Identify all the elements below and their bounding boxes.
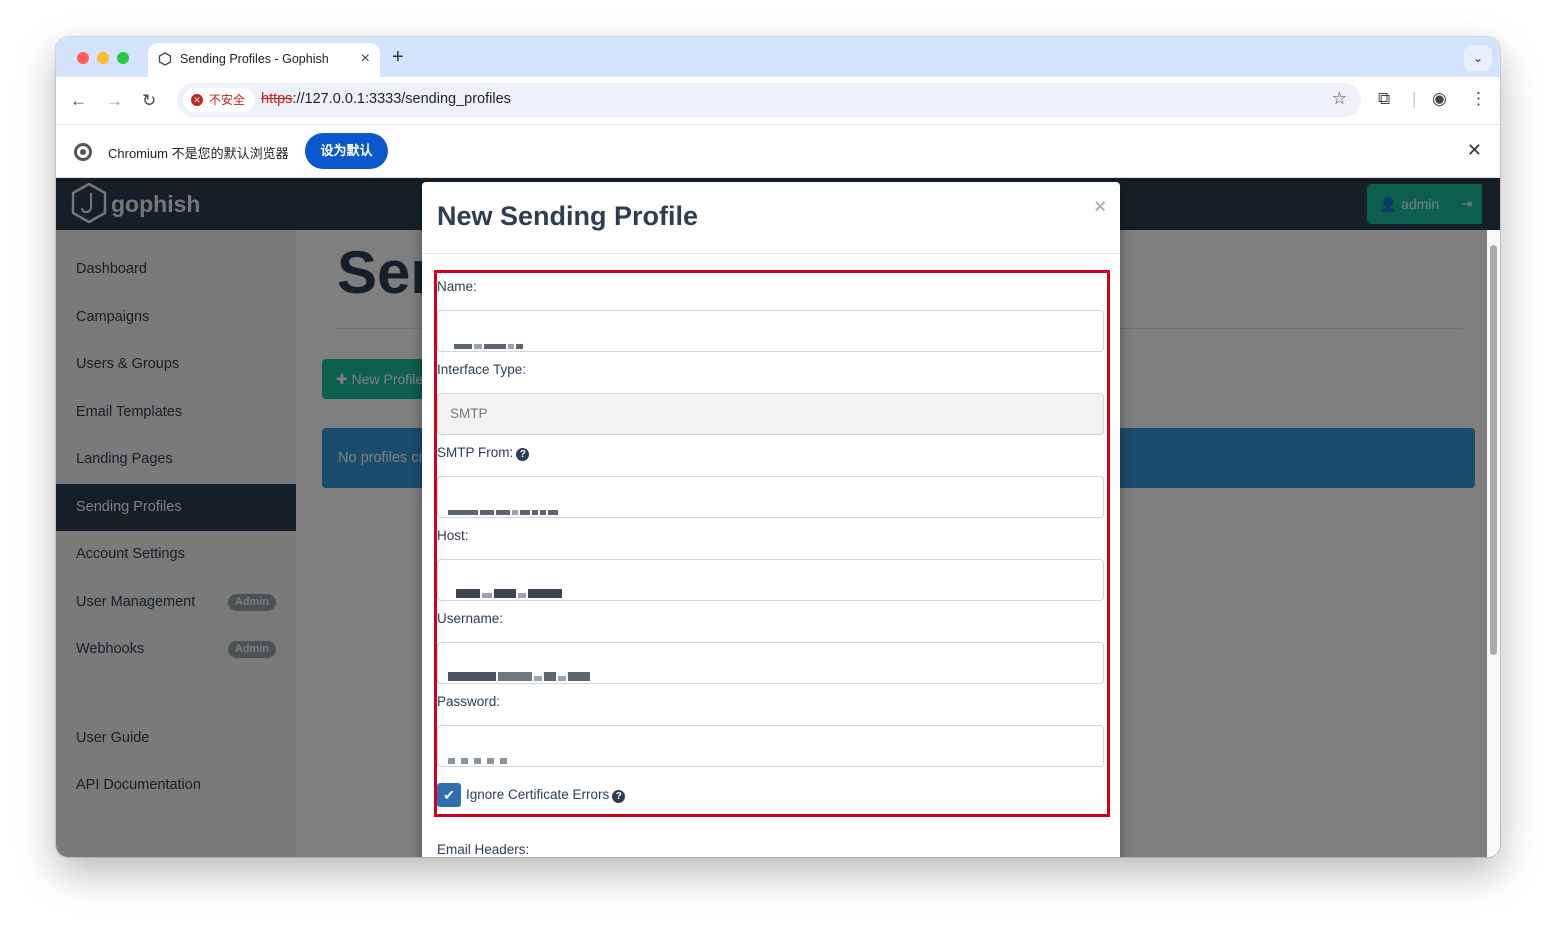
page-scrollbar[interactable] (1487, 230, 1500, 857)
profile-icon[interactable]: ◉ (1432, 89, 1447, 109)
browser-window: Sending Profiles - Gophish × + ⌄ ← → ↻ ✕… (56, 37, 1500, 857)
url-path: ://127.0.0.1:3333/sending_profiles (292, 91, 511, 107)
smtp-from-text: SMTP From: (437, 445, 514, 460)
gophish-favicon-icon (158, 52, 172, 66)
checkmark-icon: ✔ (443, 787, 455, 803)
tab-search-button[interactable]: ⌄ (1464, 45, 1492, 71)
url-text[interactable]: https://127.0.0.1:3333/sending_profiles (261, 91, 511, 107)
ignore-cert-label[interactable]: Ignore Certificate Errors? (466, 787, 626, 803)
tab-close-icon[interactable]: × (361, 50, 370, 68)
tab-sending-profiles[interactable]: Sending Profiles - Gophish × (148, 43, 380, 77)
toolbar-divider: | (1412, 89, 1417, 108)
interface-type-field[interactable]: SMTP (437, 393, 1104, 435)
redacted-value (448, 656, 592, 681)
interface-type-label: Interface Type: (437, 362, 527, 377)
host-label: Host: (437, 528, 469, 543)
security-indicator[interactable]: ✕ 不安全 (183, 88, 256, 112)
warning-icon: ✕ (191, 94, 203, 106)
name-field[interactable] (437, 310, 1104, 352)
smtp-from-label: SMTP From:? (437, 445, 530, 461)
scrollbar-thumb[interactable] (1490, 245, 1497, 655)
smtp-from-field[interactable] (437, 476, 1104, 518)
new-tab-button[interactable]: + (392, 46, 404, 69)
close-window-button[interactable] (77, 52, 89, 64)
ignore-cert-text: Ignore Certificate Errors (466, 787, 610, 802)
gophish-page: gophish 👤 admin ⇥ Dashboard Campaigns Us… (56, 178, 1500, 857)
help-icon[interactable]: ? (516, 448, 530, 461)
address-bar[interactable]: ✕ 不安全 https://127.0.0.1:3333/sending_pro… (177, 83, 1361, 117)
back-arrow-icon[interactable]: ← (70, 91, 87, 111)
redacted-value (454, 324, 525, 349)
name-label: Name: (437, 279, 477, 294)
username-field[interactable] (437, 642, 1104, 684)
password-field[interactable] (437, 725, 1104, 767)
new-sending-profile-modal: New Sending Profile × Name: Interface Ty… (422, 182, 1120, 857)
security-label: 不安全 (209, 93, 246, 107)
host-field[interactable] (437, 559, 1104, 601)
forward-arrow-icon[interactable]: → (106, 91, 123, 111)
infobar-close-icon[interactable]: ✕ (1467, 140, 1482, 161)
minimize-window-button[interactable] (97, 52, 109, 64)
tab-strip: Sending Profiles - Gophish × + ⌄ (56, 37, 1500, 77)
email-headers-label: Email Headers: (437, 842, 530, 857)
extensions-icon[interactable]: ⧉ (1378, 89, 1390, 109)
infobar-message: Chromium 不是您的默认浏览器 (108, 146, 289, 161)
tab-title: Sending Profiles - Gophish (180, 52, 329, 66)
password-label: Password: (437, 694, 501, 709)
username-label: Username: (437, 611, 504, 626)
reload-icon[interactable]: ↻ (142, 91, 156, 111)
url-scheme: https (261, 91, 293, 107)
redacted-value (448, 490, 560, 515)
modal-title: New Sending Profile (437, 201, 699, 231)
browser-toolbar: ← → ↻ ✕ 不安全 https://127.0.0.1:3333/sendi… (56, 77, 1500, 125)
menu-kebab-icon[interactable]: ⋮ (1470, 89, 1487, 109)
help-icon[interactable]: ? (612, 790, 626, 803)
modal-close-icon[interactable]: × (1094, 196, 1106, 219)
chromium-logo-icon (74, 143, 92, 161)
default-browser-infobar: Chromium 不是您的默认浏览器 设为默认 ✕ (56, 125, 1500, 178)
modal-header-divider (422, 253, 1120, 254)
set-default-button[interactable]: 设为默认 (305, 133, 388, 169)
redacted-value (456, 573, 564, 598)
password-dots (448, 739, 509, 764)
bookmark-star-icon[interactable]: ☆ (1332, 89, 1347, 109)
maximize-window-button[interactable] (117, 52, 129, 64)
ignore-cert-checkbox[interactable]: ✔ (437, 783, 461, 807)
